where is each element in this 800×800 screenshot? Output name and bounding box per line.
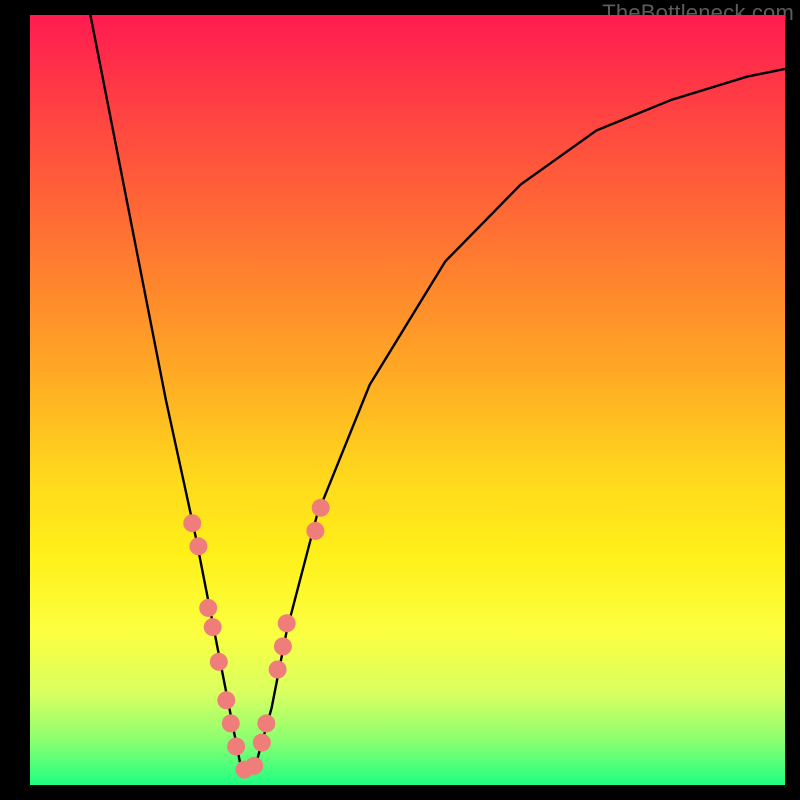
- data-point: [269, 661, 287, 679]
- curve-layer: [30, 15, 785, 785]
- data-point: [253, 734, 271, 752]
- data-point: [227, 738, 245, 756]
- plot-area: [30, 15, 785, 785]
- data-point: [312, 499, 330, 517]
- sample-points: [183, 499, 329, 779]
- data-point: [183, 514, 201, 532]
- data-point: [199, 599, 217, 617]
- chart-container: TheBottleneck.com: [0, 0, 800, 800]
- bottleneck-curve: [90, 15, 785, 770]
- data-point: [222, 714, 240, 732]
- data-point: [204, 618, 222, 636]
- data-point: [274, 637, 292, 655]
- data-point: [189, 537, 207, 555]
- data-point: [278, 614, 296, 632]
- data-point: [257, 714, 275, 732]
- data-point: [245, 757, 263, 775]
- data-point: [210, 653, 228, 671]
- data-point: [306, 522, 324, 540]
- data-point: [217, 691, 235, 709]
